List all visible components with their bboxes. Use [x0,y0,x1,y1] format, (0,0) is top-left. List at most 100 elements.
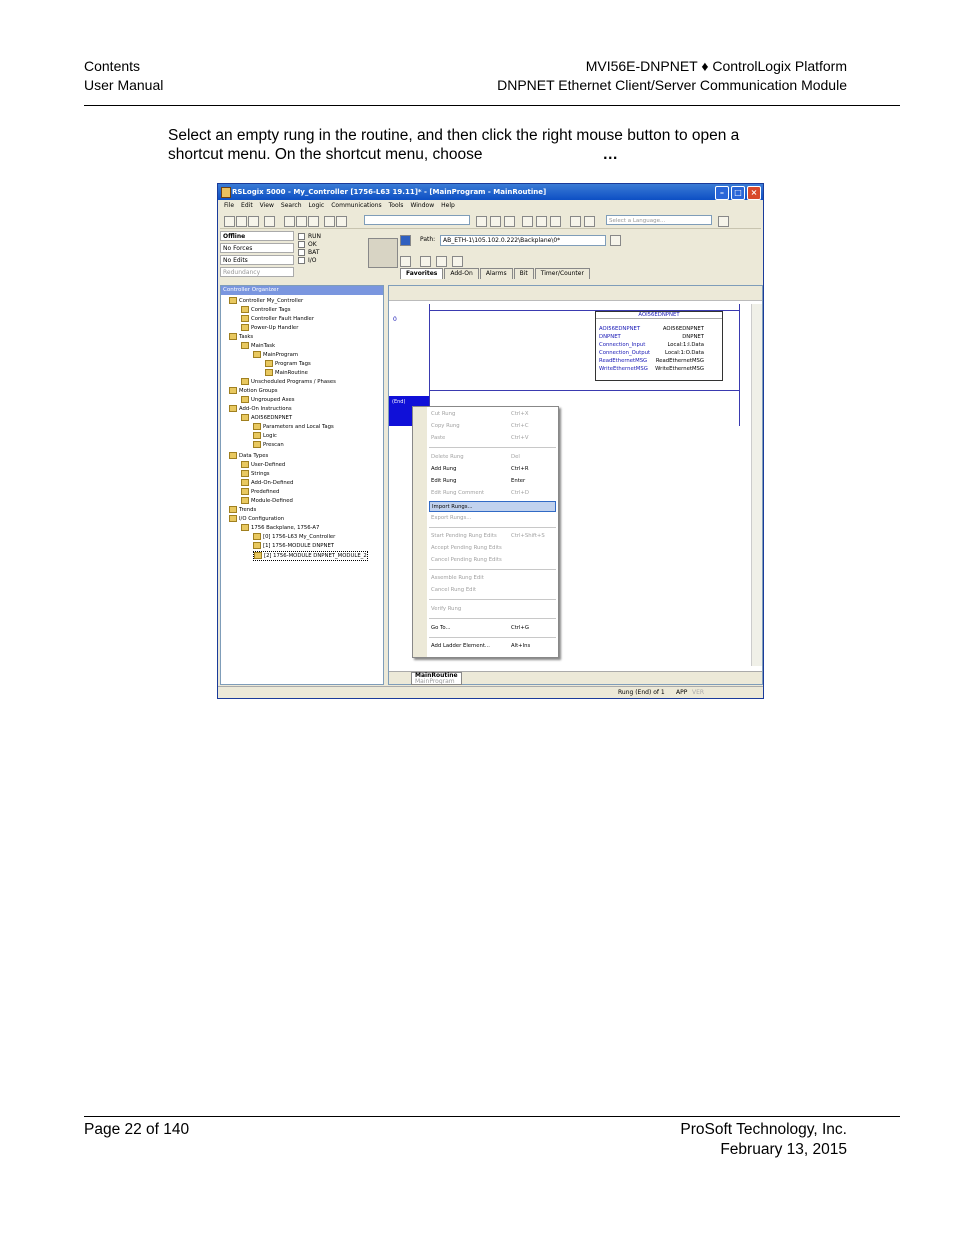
tree-node[interactable]: Prescan [253,441,284,449]
menu-item-cancel-pending-edits[interactable]: Cancel Pending Rung Edits [429,555,556,566]
menu-tools[interactable]: Tools [389,200,404,212]
tree-node[interactable]: 1756 Backplane, 1756-A7 [241,524,319,532]
tree-node[interactable]: Parameters and Local Tags [253,423,334,431]
tree-node[interactable]: MainProgram [253,351,298,359]
keyswitch-icon [368,238,398,268]
menu-logic[interactable]: Logic [309,200,325,212]
aoi-instruction-block[interactable]: AOI56EDNPNET AOI56EDNPNET AOI56EDNPNET D… [595,311,723,381]
menu-view[interactable]: View [260,200,274,212]
tree-node[interactable]: Motion Groups [229,387,278,395]
tree-node[interactable]: Trends [229,506,256,514]
menu-edit[interactable]: Edit [241,200,253,212]
print-icon[interactable] [264,216,275,227]
menu-shortcut: Alt+Ins [511,643,531,649]
menu-item-add-rung[interactable]: Add Rung Ctrl+R [429,464,556,475]
controller-status: Offline No Forces No Edits Redundancy RU… [220,231,392,283]
tree-node[interactable]: Predefined [241,488,279,496]
tree-node[interactable]: Data Types [229,452,268,460]
tab-bit[interactable]: Bit [513,268,534,279]
copy-icon[interactable] [296,216,307,227]
network-icon[interactable] [400,235,411,246]
tree-node[interactable]: User-Defined [241,461,285,469]
tree-node[interactable]: Controller Fault Handler [241,315,314,323]
verify-icon[interactable] [522,216,533,227]
tree-node[interactable]: Add-On Instructions [229,405,292,413]
tree-node[interactable]: Tasks [229,333,253,341]
tab-mainroutine[interactable]: MainRoutine MainProgram [411,672,462,685]
menu-window[interactable]: Window [410,200,434,212]
menu-item-add-ladder-element[interactable]: Add Ladder Element... Alt+Ins [429,641,556,652]
tab-timer-counter[interactable]: Timer/Counter [534,268,590,279]
path-browse-icon[interactable] [610,235,621,246]
edits-status[interactable]: No Edits [220,255,294,265]
menu-item-edit-rung[interactable]: Edit Rung Enter [429,476,556,487]
menu-item-paste[interactable]: Paste Ctrl+V [429,433,556,444]
tree-node[interactable]: Power-Up Handler [241,324,298,332]
menu-item-start-pending-edits[interactable]: Start Pending Rung Edits Ctrl+Shift+S [429,531,556,542]
tree-node[interactable]: [1] 1756-MODULE DNPNET [253,542,334,550]
verify-all-icon[interactable] [536,216,547,227]
rung-icon[interactable] [400,256,411,267]
tree-node[interactable]: Program Tags [265,360,311,368]
tree-node[interactable]: Controller My_Controller [229,297,303,305]
branch-icon[interactable] [420,256,431,267]
language-select[interactable]: Select a Language... [606,215,712,225]
menu-item-accept-pending-edits[interactable]: Accept Pending Rung Edits [429,543,556,554]
tree-node[interactable]: MainRoutine [265,369,308,377]
redo-icon[interactable] [336,216,347,227]
save-icon[interactable] [248,216,259,227]
undo-icon[interactable] [324,216,335,227]
tree-node[interactable]: Unscheduled Programs / Phases [241,378,336,386]
search-combo[interactable] [364,215,470,225]
menu-search[interactable]: Search [281,200,302,212]
mode-status[interactable]: Offline [220,231,294,241]
tree-node[interactable]: [0] 1756-L63 My_Controller [253,533,335,541]
menu-file[interactable]: File [224,200,234,212]
menu-item-delete-rung[interactable]: Delete Rung Del [429,452,556,463]
tree-node[interactable]: I/O Configuration [229,515,284,523]
tab-favorites[interactable]: Favorites [400,268,444,279]
menu-item-verify-rung[interactable]: Verify Rung [429,604,556,615]
menu-item-import-rungs[interactable]: Import Rungs... [429,501,556,512]
zoom-in-icon[interactable] [570,216,581,227]
tree-node[interactable]: AOI56EDNPNET [241,414,292,422]
menu-item-assemble-rung-edit[interactable]: Assemble Rung Edit [429,573,556,584]
menu-item-edit-rung-comment[interactable]: Edit Rung Comment Ctrl+D [429,488,556,499]
open-icon[interactable] [236,216,247,227]
menu-item-go-to[interactable]: Go To... Ctrl+G [429,623,556,634]
menu-communications[interactable]: Communications [331,200,381,212]
menu-item-export-rungs[interactable]: Export Rungs... [429,513,556,524]
maximize-icon[interactable]: □ [731,186,745,200]
tree-node[interactable]: Module-Defined [241,497,293,505]
path-field[interactable]: AB_ETH-1\105.102.0.222\Backplane\0* [440,235,606,246]
intro-line-2: shortcut menu. On the shortcut menu, cho… [168,146,618,163]
cross-reference-icon[interactable] [504,216,515,227]
zoom-out-icon[interactable] [584,216,595,227]
tree-node[interactable]: Controller Tags [241,306,290,314]
new-icon[interactable] [224,216,235,227]
close-icon[interactable]: × [747,186,761,200]
minimize-icon[interactable]: – [715,186,729,200]
tree-node[interactable]: Add-On-Defined [241,479,293,487]
branch-level-icon[interactable] [436,256,447,267]
forces-status[interactable]: No Forces [220,243,294,253]
tree-node[interactable]: MainTask [241,342,275,350]
menu-item-copy-rung[interactable]: Copy Rung Ctrl+C [429,421,556,432]
find-next-icon[interactable] [490,216,501,227]
menu-item-cut-rung[interactable]: Cut Rung Ctrl+X [429,409,556,420]
tree-node[interactable]: [2] 1756-MODULE DNPNET_MODULE_2 [253,551,368,561]
tab-alarms[interactable]: Alarms [479,268,513,279]
tree-node[interactable]: Strings [241,470,270,478]
language-help-icon[interactable] [718,216,729,227]
online-icon[interactable] [550,216,561,227]
find-icon[interactable] [476,216,487,227]
tree-node[interactable]: Logic [253,432,277,440]
menu-item-cancel-rung-edit[interactable]: Cancel Rung Edit [429,585,556,596]
paste-icon[interactable] [308,216,319,227]
tab-add-on[interactable]: Add-On [444,268,479,279]
cut-icon[interactable] [284,216,295,227]
vertical-scrollbar[interactable] [751,304,762,666]
tree-node[interactable]: Ungrouped Axes [241,396,295,404]
menu-help[interactable]: Help [441,200,455,212]
xic-icon[interactable] [452,256,463,267]
